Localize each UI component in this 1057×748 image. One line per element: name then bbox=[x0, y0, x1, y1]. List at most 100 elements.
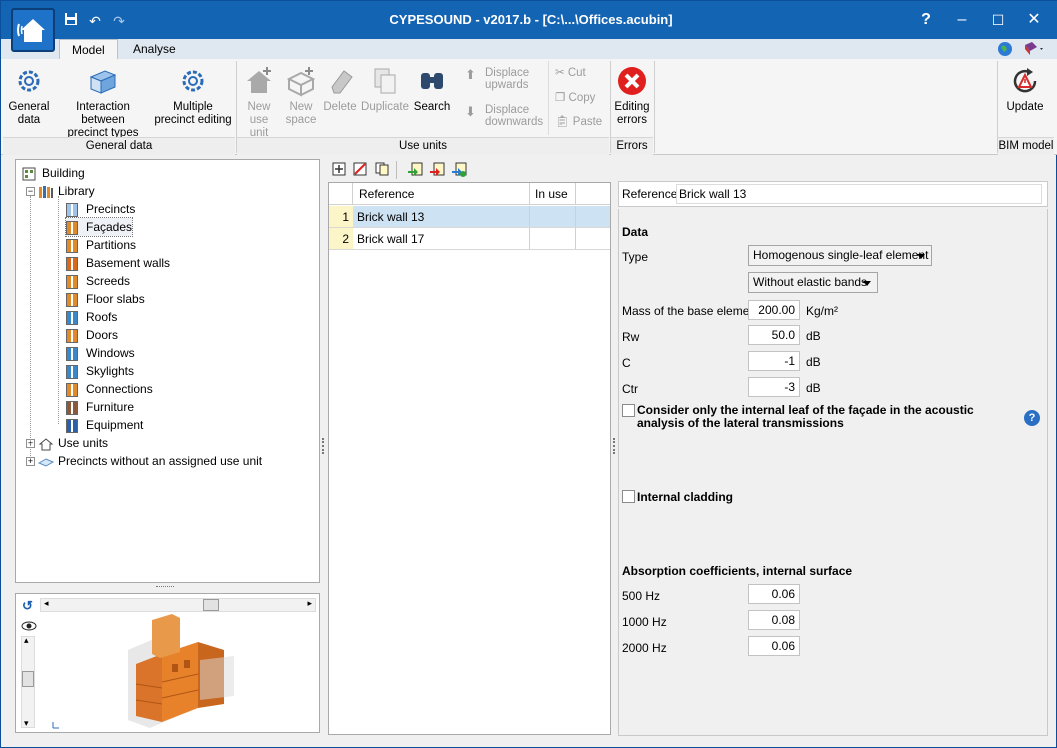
mass-label: Mass of the base element bbox=[622, 304, 760, 318]
splitter-handle[interactable] bbox=[156, 586, 174, 590]
house-icon bbox=[38, 438, 54, 451]
rotate-icon[interactable]: ↺ bbox=[22, 598, 33, 614]
library-export-icon[interactable] bbox=[451, 162, 467, 178]
tab-model[interactable]: Model bbox=[59, 39, 118, 59]
collapse-icon[interactable]: − bbox=[26, 187, 35, 197]
editing-errors-button[interactable]: Editing errors bbox=[613, 59, 651, 137]
arrow-up-icon: ⬆ bbox=[465, 67, 476, 82]
arrow-up-icon[interactable]: ▴ bbox=[24, 635, 29, 646]
displace-upwards-button[interactable]: ⬆ Displace upwards bbox=[463, 67, 543, 91]
tree-item-doors[interactable]: Doors bbox=[66, 326, 118, 344]
arrow-down-icon[interactable]: ▾ bbox=[24, 718, 29, 729]
c-label: C bbox=[622, 356, 631, 370]
abs-1000-input[interactable]: 0.08 bbox=[748, 610, 800, 630]
group-label-use-units: Use units bbox=[237, 137, 609, 155]
abs-2000-input[interactable]: 0.06 bbox=[748, 636, 800, 656]
multiple-precinct-editing-button[interactable]: Multiple precinct editing bbox=[153, 59, 233, 137]
tree-item-precincts-unassigned[interactable]: + Precincts without an assigned use unit bbox=[26, 452, 262, 470]
tree-item-equipment[interactable]: Equipment bbox=[66, 416, 143, 434]
tree-item-facades[interactable]: Façades bbox=[64, 217, 134, 237]
book-icon[interactable] bbox=[1023, 41, 1047, 57]
redo-icon: ↷ bbox=[113, 13, 125, 29]
eye-icon[interactable] bbox=[21, 620, 37, 632]
close-button[interactable]: ✕ bbox=[1017, 9, 1051, 31]
mass-unit: Kg/m² bbox=[806, 304, 839, 318]
add-row-icon[interactable] bbox=[332, 162, 348, 178]
library-icon bbox=[39, 185, 53, 198]
rw-input[interactable]: 50.0 bbox=[748, 325, 800, 345]
mass-input[interactable]: 200.00 bbox=[748, 300, 800, 320]
copy-row-icon[interactable] bbox=[375, 162, 391, 178]
tree-item-skylights[interactable]: Skylights bbox=[66, 362, 134, 380]
ctr-input[interactable]: -3 bbox=[748, 377, 800, 397]
arrow-left-icon[interactable]: ◂ bbox=[44, 598, 49, 609]
axis-icon bbox=[52, 718, 60, 729]
column-header-in-use[interactable]: In use bbox=[535, 183, 568, 205]
facades-icon bbox=[66, 220, 78, 235]
vertical-slider[interactable]: ▴ ▾ bbox=[21, 635, 35, 729]
tab-analyse[interactable]: Analyse bbox=[121, 39, 188, 59]
scissors-icon: ✂ bbox=[555, 67, 568, 79]
3d-view[interactable]: ↺ ◂ ▸ ▴ ▾ bbox=[15, 593, 320, 733]
save-icon[interactable] bbox=[61, 11, 81, 31]
box-plus-icon bbox=[286, 67, 316, 97]
column-header-reference[interactable]: Reference bbox=[359, 183, 414, 205]
tree-item-connections[interactable]: Connections bbox=[66, 380, 153, 398]
interaction-precinct-types-button[interactable]: Interaction between precinct types bbox=[55, 59, 151, 139]
undo-icon[interactable]: ↶ bbox=[85, 11, 105, 31]
duplicate-button[interactable]: Duplicate bbox=[361, 59, 409, 137]
abs-500-input[interactable]: 0.06 bbox=[748, 584, 800, 604]
cut-button[interactable]: ✂ Cut bbox=[555, 66, 605, 88]
globe-icon[interactable] bbox=[997, 41, 1015, 57]
app-logo-icon[interactable] bbox=[11, 8, 55, 52]
paste-button[interactable]: 📋︎ Paste bbox=[555, 115, 605, 137]
help-button[interactable]: ? bbox=[909, 9, 943, 31]
reference-input[interactable]: Brick wall 13 bbox=[676, 184, 1042, 204]
horizontal-slider[interactable]: ◂ ▸ bbox=[40, 598, 316, 612]
new-use-unit-button[interactable]: New use unit bbox=[239, 59, 279, 139]
help-icon[interactable]: ? bbox=[1024, 410, 1040, 426]
tree-item-partitions[interactable]: Partitions bbox=[66, 236, 136, 254]
paste-icon: 📋︎ bbox=[555, 116, 573, 128]
slider-thumb[interactable] bbox=[203, 599, 219, 611]
tree-item-windows[interactable]: Windows bbox=[66, 344, 135, 362]
tree-item-use-units[interactable]: + Use units bbox=[26, 434, 108, 452]
general-data-button[interactable]: General data bbox=[5, 59, 53, 137]
maximize-button[interactable]: ☐ bbox=[981, 9, 1015, 31]
splitter-handle[interactable] bbox=[322, 438, 326, 454]
tree-item-furniture[interactable]: Furniture bbox=[66, 398, 134, 416]
update-bim-button[interactable]: Update bbox=[1003, 59, 1047, 137]
search-button[interactable]: Search bbox=[411, 59, 453, 137]
tree-item-precincts[interactable]: Precincts bbox=[66, 200, 135, 218]
building-icon bbox=[22, 167, 36, 181]
expand-icon[interactable]: + bbox=[26, 457, 35, 467]
table-row[interactable]: 2 Brick wall 17 bbox=[329, 228, 610, 250]
tree-item-building[interactable]: Building bbox=[22, 164, 85, 182]
new-space-button[interactable]: New space bbox=[281, 59, 321, 137]
delete-row-icon[interactable] bbox=[353, 162, 369, 178]
tree-item-floor-slabs[interactable]: Floor slabs bbox=[66, 290, 145, 308]
slider-thumb[interactable] bbox=[22, 671, 34, 687]
copy-button[interactable]: ❐ Copy bbox=[555, 91, 605, 113]
table-row[interactable]: 1 Brick wall 13 bbox=[329, 206, 610, 228]
delete-button[interactable]: Delete bbox=[323, 59, 357, 137]
displace-downwards-button[interactable]: ⬇ Displace downwards bbox=[463, 104, 543, 128]
tree-item-basement-walls[interactable]: Basement walls bbox=[66, 254, 170, 272]
splitter-handle[interactable] bbox=[613, 438, 617, 454]
import-icon[interactable] bbox=[407, 162, 423, 178]
internal-cladding-checkbox[interactable] bbox=[622, 490, 635, 503]
gear-icon bbox=[18, 70, 40, 92]
house-plus-icon bbox=[247, 67, 271, 93]
tree-item-screeds[interactable]: Screeds bbox=[66, 272, 130, 290]
type-select[interactable]: Homogenous single-leaf element bbox=[748, 245, 932, 266]
c-input[interactable]: -1 bbox=[748, 351, 800, 371]
elastic-bands-select[interactable]: Without elastic bands bbox=[748, 272, 878, 293]
consider-internal-leaf-checkbox[interactable] bbox=[622, 404, 635, 417]
tree-item-roofs[interactable]: Roofs bbox=[66, 308, 117, 326]
building-tree: Building − Library + Use units + Precincts … bbox=[15, 159, 320, 583]
arrow-right-icon[interactable]: ▸ bbox=[307, 598, 312, 609]
tree-item-library[interactable]: − Library bbox=[26, 182, 95, 200]
app-window: ↶ ↷ CYPESOUND - v2017.b - [C:\...\Office… bbox=[0, 0, 1057, 748]
export-icon[interactable] bbox=[429, 162, 445, 178]
minimize-button[interactable]: – bbox=[945, 9, 979, 31]
